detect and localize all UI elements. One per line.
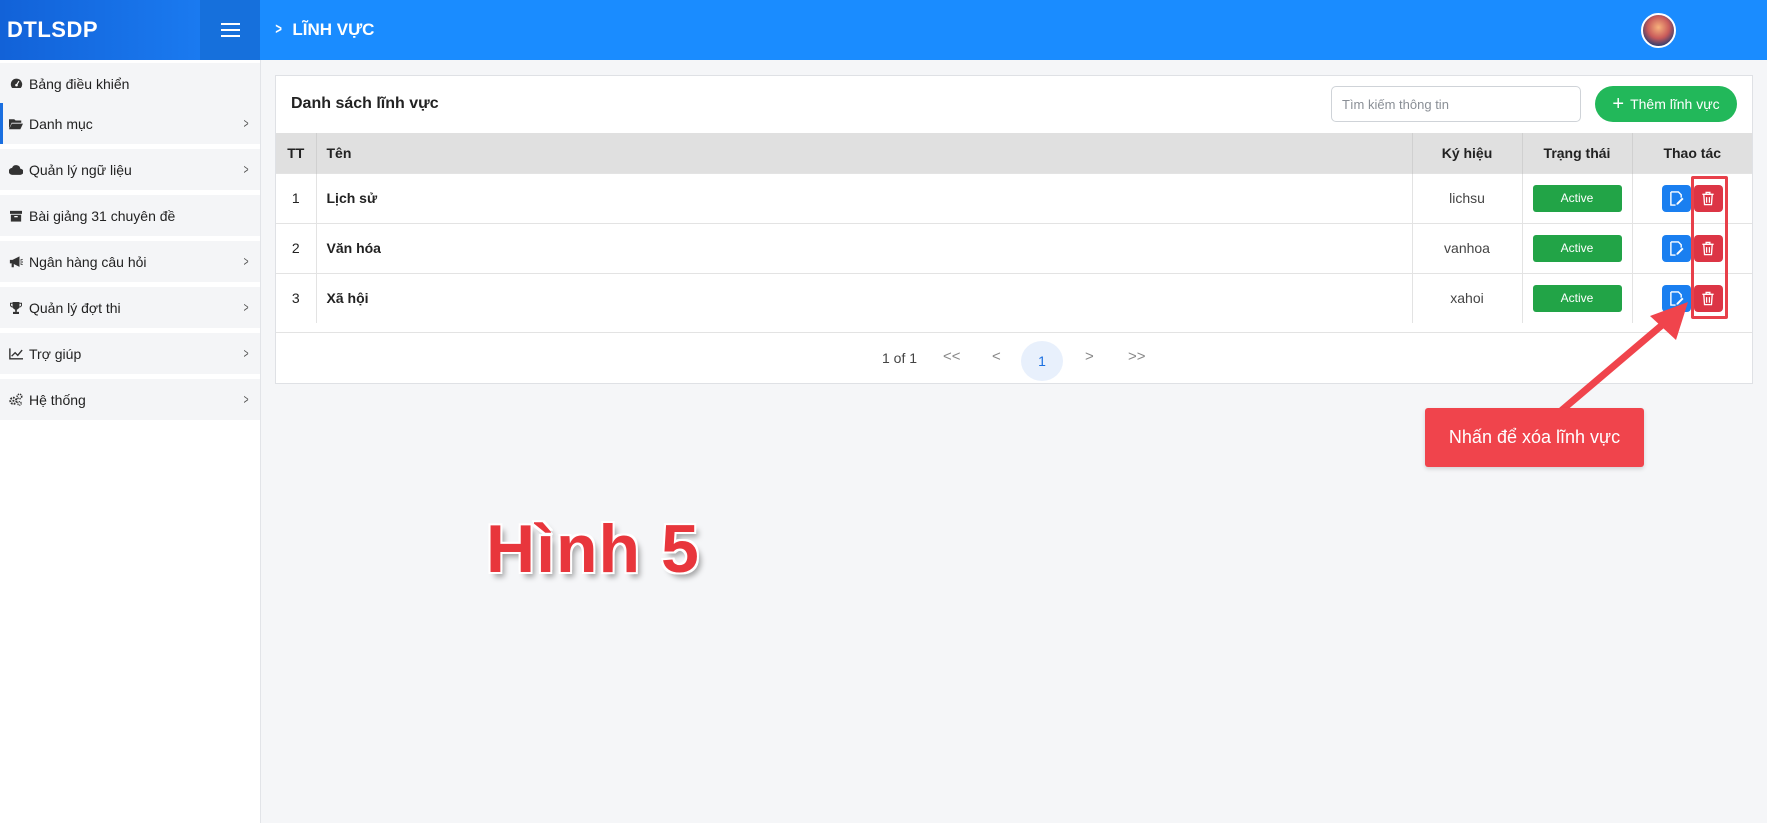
table-row: 3 Xã hội xahoi Active [276, 272, 1752, 323]
search-input[interactable] [1331, 86, 1581, 122]
sidebar-item-quan-ly-dot-thi[interactable]: Quản lý đợt thi > [0, 287, 260, 328]
edit-button[interactable] [1661, 234, 1691, 262]
delete-column-highlight [1691, 176, 1728, 319]
prev-page-button[interactable]: < [992, 348, 1001, 365]
sidebar-item-dashboard[interactable]: Bảng điều khiển [0, 63, 260, 104]
last-page-button[interactable]: >> [1128, 348, 1146, 365]
sidebar-item-danh-muc[interactable]: Danh mục > [0, 103, 260, 144]
plus-icon: + [1612, 93, 1625, 115]
edit-icon [1669, 190, 1684, 206]
table-row: 2 Văn hóa vanhoa Active [276, 222, 1752, 273]
linh-vuc-table: TT Tên Ký hiệu Trạng thái Thao tác 1 Lịc… [276, 133, 1752, 323]
first-page-button[interactable]: << [943, 348, 961, 365]
breadcrumb: > LĨNH VỰC [274, 20, 374, 40]
sidebar-item-label: Bảng điều khiển [29, 75, 130, 92]
cell-ky-hieu: lichsu [1412, 172, 1523, 223]
folder-open-icon [9, 117, 23, 131]
cell-ten: Văn hóa [316, 222, 1413, 273]
linh-vuc-card: Danh sách lĩnh vực + Thêm lĩnh vực TT Tê… [275, 75, 1753, 384]
edit-icon [1669, 240, 1684, 256]
pagination: 1 of 1 << < 1 > >> [276, 332, 1752, 384]
sidebar-item-ngan-hang-cau-hoi[interactable]: Ngân hàng câu hỏi > [0, 241, 260, 282]
edit-button[interactable] [1661, 184, 1691, 212]
column-header-thao-tac: Thao tác [1663, 144, 1722, 161]
sidebar-item-label: Hệ thống [29, 391, 86, 408]
chevron-right-icon: > [243, 115, 249, 131]
cell-tt: 3 [276, 272, 317, 323]
top-header: DTLSDP > LĨNH VỰC [0, 0, 1767, 60]
sidebar: Bảng điều khiển Danh mục > Quản lý ngữ l… [0, 60, 261, 823]
sidebar-item-he-thong[interactable]: Hệ thống > [0, 379, 260, 420]
breadcrumb-title: LĨNH VỰC [292, 20, 375, 39]
column-header-tt: TT [276, 133, 317, 173]
brand-logo[interactable]: DTLSDP [0, 0, 200, 60]
column-header-ten: Tên [316, 133, 1413, 173]
cell-ten: Lịch sử [316, 172, 1413, 223]
column-header-ky-hieu: Ký hiệu [1412, 133, 1523, 173]
hamburger-menu-button[interactable] [200, 0, 260, 60]
hamburger-icon-line [220, 29, 240, 31]
cell-ten: Xã hội [316, 272, 1413, 323]
cell-tt: 2 [276, 222, 317, 273]
chart-line-icon [9, 347, 23, 361]
figure-label: Hình 5 [486, 511, 700, 587]
status-badge[interactable]: Active [1532, 234, 1622, 262]
table-header-row: TT Tên Ký hiệu Trạng thái Thao tác [276, 133, 1752, 173]
sidebar-item-label: Trợ giúp [29, 345, 82, 362]
annotation-arrow [1558, 302, 1688, 414]
cell-tt: 1 [276, 172, 317, 223]
page-1-button[interactable]: 1 [1021, 341, 1063, 381]
add-button-label: Thêm lĩnh vực [1630, 96, 1720, 112]
cell-trang-thai: Active [1522, 222, 1633, 273]
sidebar-item-label: Bài giảng 31 chuyên đề [29, 207, 176, 224]
cell-ky-hieu: vanhoa [1412, 222, 1523, 273]
megaphone-icon [9, 255, 23, 269]
hamburger-icon [220, 23, 240, 25]
chevron-right-icon: > [243, 161, 249, 177]
cogs-icon [9, 393, 23, 407]
cell-trang-thai: Active [1522, 172, 1633, 223]
next-page-button[interactable]: > [1085, 348, 1094, 365]
chevron-right-icon: > [243, 345, 249, 361]
chevron-right-icon: > [275, 21, 282, 38]
sidebar-item-label: Ngân hàng câu hỏi [29, 253, 147, 270]
archive-icon [9, 209, 23, 223]
chevron-right-icon: > [243, 253, 249, 269]
trophy-icon [9, 301, 23, 315]
add-linh-vuc-button[interactable]: + Thêm lĩnh vực [1595, 86, 1737, 122]
card-title: Danh sách lĩnh vực [291, 95, 439, 112]
sidebar-item-label: Danh mục [29, 115, 93, 132]
sidebar-item-label: Quản lý đợt thi [29, 299, 121, 316]
dashboard-icon [9, 77, 23, 91]
hamburger-icon-line [220, 35, 240, 37]
delete-callout: Nhấn để xóa lĩnh vực [1425, 408, 1644, 467]
status-badge[interactable]: Active [1532, 184, 1622, 212]
pagination-info: 1 of 1 [882, 350, 918, 366]
chevron-right-icon: > [243, 299, 249, 315]
cloud-icon [9, 163, 23, 177]
sidebar-item-bai-giang[interactable]: Bài giảng 31 chuyên đề [0, 195, 260, 236]
cell-ky-hieu: xahoi [1412, 272, 1523, 323]
sidebar-item-label: Quản lý ngữ liệu [29, 161, 132, 178]
chevron-right-icon: > [243, 391, 249, 407]
user-avatar[interactable] [1641, 13, 1676, 48]
table-row: 1 Lịch sử lichsu Active [276, 172, 1752, 223]
column-header-trang-thai: Trạng thái [1522, 133, 1633, 173]
sidebar-item-quan-ly-ngu-lieu[interactable]: Quản lý ngữ liệu > [0, 149, 260, 190]
sidebar-item-tro-giup[interactable]: Trợ giúp > [0, 333, 260, 374]
